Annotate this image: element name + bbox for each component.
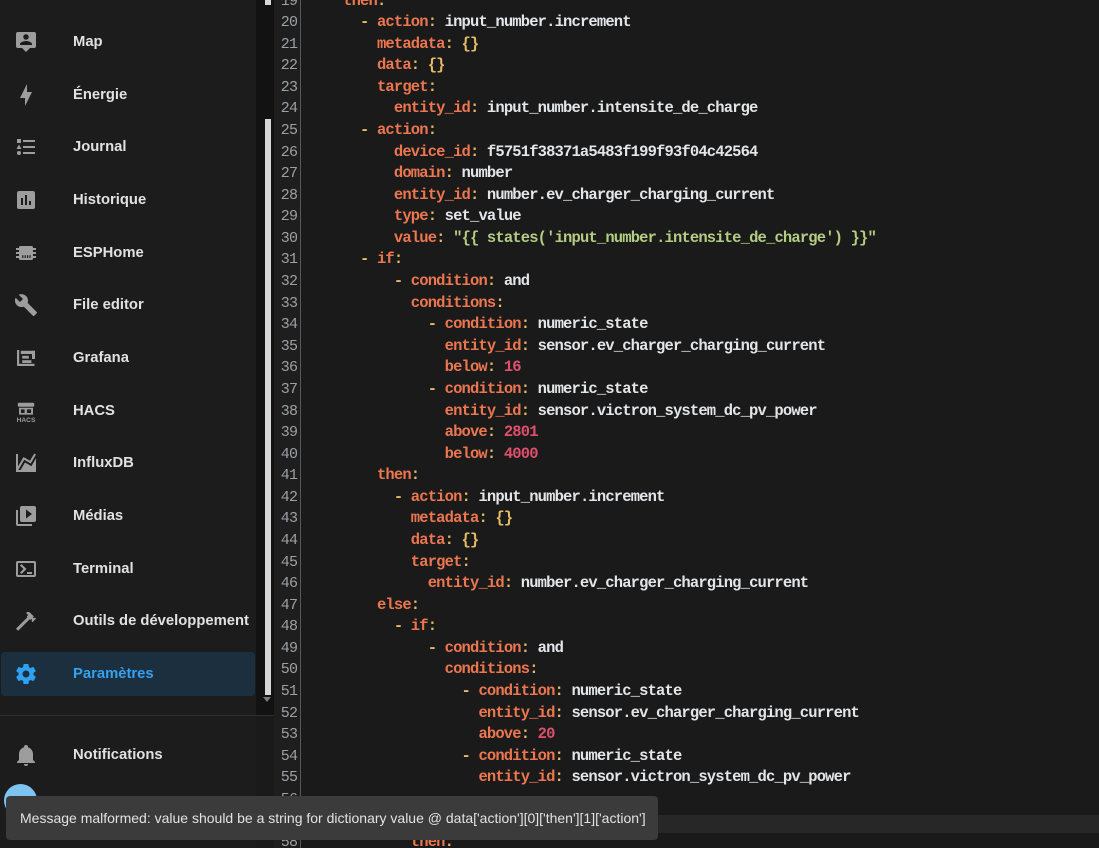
svg-text:HACS: HACS (17, 417, 36, 423)
